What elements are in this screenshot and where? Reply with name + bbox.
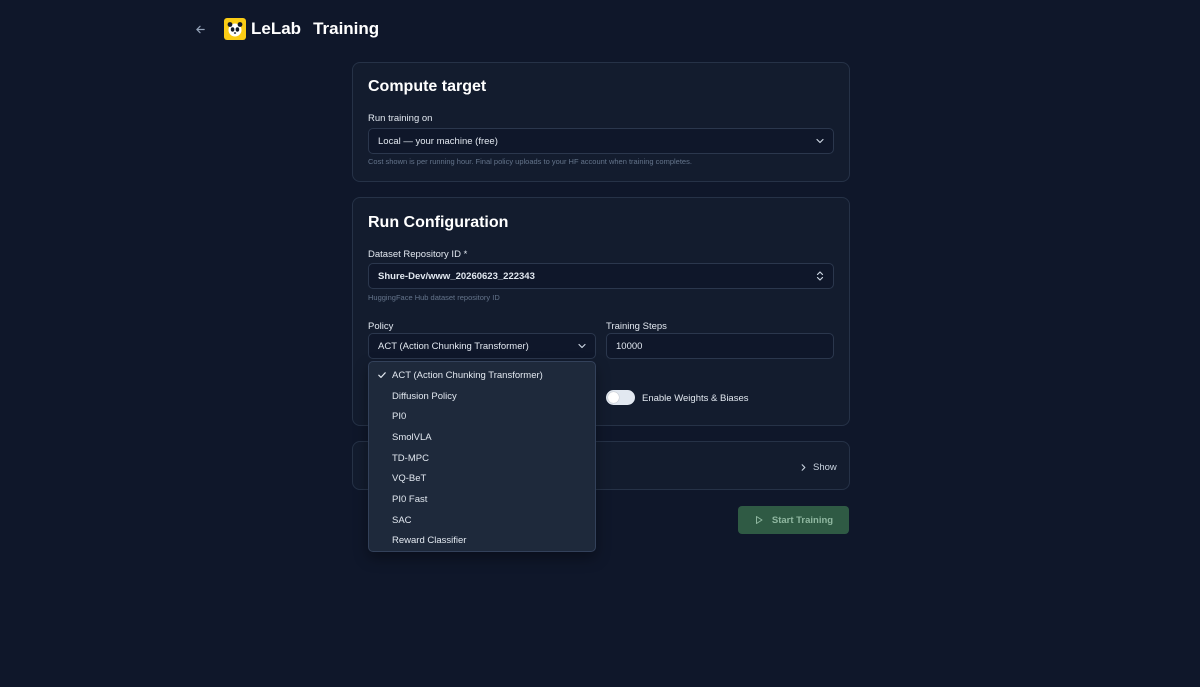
- policy-option[interactable]: PI0 Fast: [369, 489, 595, 510]
- chevron-up-down-icon: [816, 271, 824, 281]
- dataset-helper-text: HuggingFace Hub dataset repository ID: [368, 293, 500, 302]
- policy-option[interactable]: TD-MPC: [369, 448, 595, 469]
- policy-option-label: Reward Classifier: [392, 535, 467, 547]
- chevron-down-icon: [816, 138, 824, 144]
- policy-option-label: TD-MPC: [392, 452, 429, 464]
- training-steps-value: 10000: [616, 340, 643, 352]
- wandb-label: Enable Weights & Biases: [642, 393, 749, 404]
- start-training-button[interactable]: Start Training: [738, 506, 849, 534]
- page-title: Training: [313, 19, 380, 38]
- run-training-on-label: Run training on: [368, 113, 433, 124]
- policy-dropdown-menu: ACT (Action Chunking Transformer) Diffus…: [368, 361, 596, 552]
- brand-name: LeLab: [251, 19, 302, 38]
- toggle-knob: [608, 392, 619, 403]
- advanced-show-label: Show: [813, 462, 837, 473]
- policy-option-label: PI0: [392, 411, 407, 423]
- policy-option-label: Diffusion Policy: [392, 390, 457, 402]
- compute-helper-text: Cost shown is per running hour. Final po…: [368, 157, 692, 166]
- check-icon: [378, 372, 386, 378]
- dataset-repo-label: Dataset Repository ID *: [368, 249, 468, 260]
- policy-option-label: VQ-BeT: [392, 473, 427, 485]
- app-header: LeLab Training: [190, 16, 379, 42]
- policy-option[interactable]: SmolVLA: [369, 427, 595, 448]
- back-button[interactable]: [190, 19, 210, 39]
- start-training-label: Start Training: [771, 514, 834, 526]
- run-target-select[interactable]: Local — your machine (free): [368, 128, 834, 154]
- panda-logo-icon: [224, 18, 246, 40]
- dataset-repo-value: Shure-Dev/www_20260623_222343: [378, 270, 535, 282]
- compute-target-title: Compute target: [368, 78, 487, 95]
- policy-option[interactable]: VQ-BeT: [369, 468, 595, 489]
- policy-select[interactable]: ACT (Action Chunking Transformer): [368, 333, 596, 359]
- policy-option[interactable]: ACT (Action Chunking Transformer): [369, 365, 595, 386]
- policy-option-label: SmolVLA: [392, 431, 432, 443]
- advanced-show-toggle[interactable]: Show: [799, 462, 837, 473]
- run-configuration-title: Run Configuration: [368, 214, 509, 231]
- policy-option[interactable]: Reward Classifier: [369, 531, 595, 552]
- policy-option-label: ACT (Action Chunking Transformer): [392, 369, 543, 381]
- chevron-down-icon: [578, 343, 586, 349]
- dataset-repo-input[interactable]: Shure-Dev/www_20260623_222343: [368, 263, 834, 289]
- arrow-left-icon: [195, 25, 205, 33]
- policy-option[interactable]: Diffusion Policy: [369, 386, 595, 407]
- play-icon: [755, 516, 763, 524]
- policy-label: Policy: [368, 321, 394, 332]
- compute-target-card: Compute target Run training on Local — y…: [352, 62, 850, 182]
- policy-value: ACT (Action Chunking Transformer): [378, 340, 529, 352]
- policy-option-label: SAC: [392, 514, 412, 526]
- chevron-right-icon: [801, 464, 806, 471]
- wandb-toggle[interactable]: [606, 390, 635, 405]
- training-steps-input[interactable]: 10000: [606, 333, 834, 359]
- policy-option-label: PI0 Fast: [392, 493, 428, 505]
- policy-option[interactable]: SAC: [369, 510, 595, 531]
- training-steps-label: Training Steps: [606, 321, 667, 332]
- run-target-value: Local — your machine (free): [378, 135, 498, 147]
- policy-option[interactable]: PI0: [369, 406, 595, 427]
